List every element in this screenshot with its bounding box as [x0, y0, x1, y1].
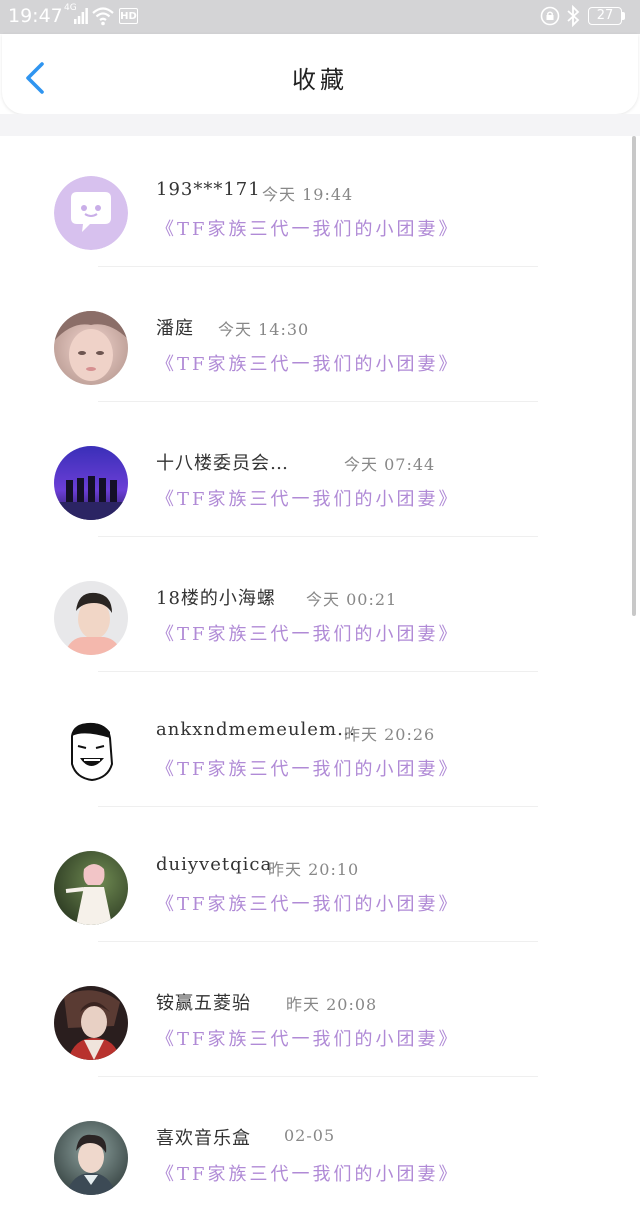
signal-icon	[74, 8, 88, 24]
portrait-image	[54, 311, 128, 385]
favorite-message: 《TF家族三代一我们的小团妻》	[156, 489, 460, 510]
avatar	[54, 311, 128, 385]
page-title: 收藏	[292, 66, 348, 94]
meme-face-image	[54, 716, 128, 790]
avatar	[54, 446, 128, 520]
list-item[interactable]: 潘庭 今天 14:30 《TF家族三代一我们的小团妻》	[0, 271, 640, 406]
list-item[interactable]: 18楼的小海螺 今天 00:21 《TF家族三代一我们的小团妻》	[0, 541, 640, 676]
wifi-icon	[92, 7, 114, 26]
scrollbar[interactable]	[632, 136, 636, 616]
favorite-time: 今天 00:21	[306, 590, 398, 609]
app-header: 收藏	[2, 34, 638, 114]
favorite-message: 《TF家族三代一我们的小团妻》	[156, 894, 460, 915]
divider	[98, 536, 538, 537]
hd-badge: HD	[119, 8, 138, 24]
divider	[98, 401, 538, 402]
avatar	[54, 851, 128, 925]
favorite-time: 昨天 20:10	[268, 860, 360, 879]
portrait-image	[54, 851, 128, 925]
avatar	[54, 986, 128, 1060]
contact-name: 十八楼委员会…	[156, 453, 289, 474]
battery-tip	[622, 12, 625, 20]
contact-name: 18楼的小海螺	[156, 588, 276, 609]
bluetooth-icon	[567, 5, 580, 27]
favorite-message: 《TF家族三代一我们的小团妻》	[156, 624, 460, 645]
favorite-time: 02-05	[284, 1126, 336, 1145]
favorite-message: 《TF家族三代一我们的小团妻》	[156, 354, 460, 375]
favorite-time: 今天 14:30	[218, 320, 310, 339]
list-item[interactable]: 喜欢音乐盒 02-05 《TF家族三代一我们的小团妻》	[0, 1081, 640, 1216]
status-time: 19:47	[8, 5, 63, 27]
list-item[interactable]: ankxndmemeulem… 昨天 20:26 《TF家族三代一我们的小团妻》	[0, 676, 640, 811]
divider	[98, 266, 538, 267]
status-bar: 19:47 4G HD 27	[0, 0, 640, 34]
avatar	[54, 176, 128, 250]
rotation-lock-icon	[540, 6, 560, 26]
battery-icon: 27	[588, 7, 622, 25]
divider	[98, 671, 538, 672]
contact-name: 潘庭	[156, 318, 194, 339]
list-item[interactable]: 铵赢五菱骀 昨天 20:08 《TF家族三代一我们的小团妻》	[0, 946, 640, 1081]
contact-name: 喜欢音乐盒	[156, 1128, 251, 1149]
divider	[98, 806, 538, 807]
contact-name: 铵赢五菱骀	[156, 993, 251, 1014]
group-photo-image	[54, 446, 128, 520]
divider	[98, 1076, 538, 1077]
list-item[interactable]: duiyvetqica 昨天 20:10 《TF家族三代一我们的小团妻》	[0, 811, 640, 946]
favorite-message: 《TF家族三代一我们的小团妻》	[156, 1164, 460, 1185]
contact-name: duiyvetqica	[156, 854, 273, 875]
favorite-message: 《TF家族三代一我们的小团妻》	[156, 219, 460, 240]
chat-bubble-icon	[54, 176, 128, 250]
contact-name: ankxndmemeulem…	[156, 719, 357, 740]
battery-level: 27	[596, 8, 614, 23]
contact-name: 193***171	[156, 179, 261, 200]
divider	[98, 941, 538, 942]
favorite-time: 今天 07:44	[344, 455, 436, 474]
list-item[interactable]: 193***171 今天 19:44 《TF家族三代一我们的小团妻》	[0, 136, 640, 271]
favorite-time: 昨天 20:08	[286, 995, 378, 1014]
portrait-image	[54, 581, 128, 655]
list-item[interactable]: 十八楼委员会… 今天 07:44 《TF家族三代一我们的小团妻》	[0, 406, 640, 541]
anime-character-image	[54, 986, 128, 1060]
header-gap	[0, 114, 640, 136]
favorites-list: 193***171 今天 19:44 《TF家族三代一我们的小团妻》 潘庭 今天…	[0, 136, 640, 1202]
portrait-image	[54, 1121, 128, 1195]
favorite-time: 今天 19:44	[262, 185, 354, 204]
avatar	[54, 581, 128, 655]
favorite-time: 昨天 20:26	[344, 725, 436, 744]
favorite-message: 《TF家族三代一我们的小团妻》	[156, 1029, 460, 1050]
avatar	[54, 1121, 128, 1195]
favorite-message: 《TF家族三代一我们的小团妻》	[156, 759, 460, 780]
avatar	[54, 716, 128, 790]
